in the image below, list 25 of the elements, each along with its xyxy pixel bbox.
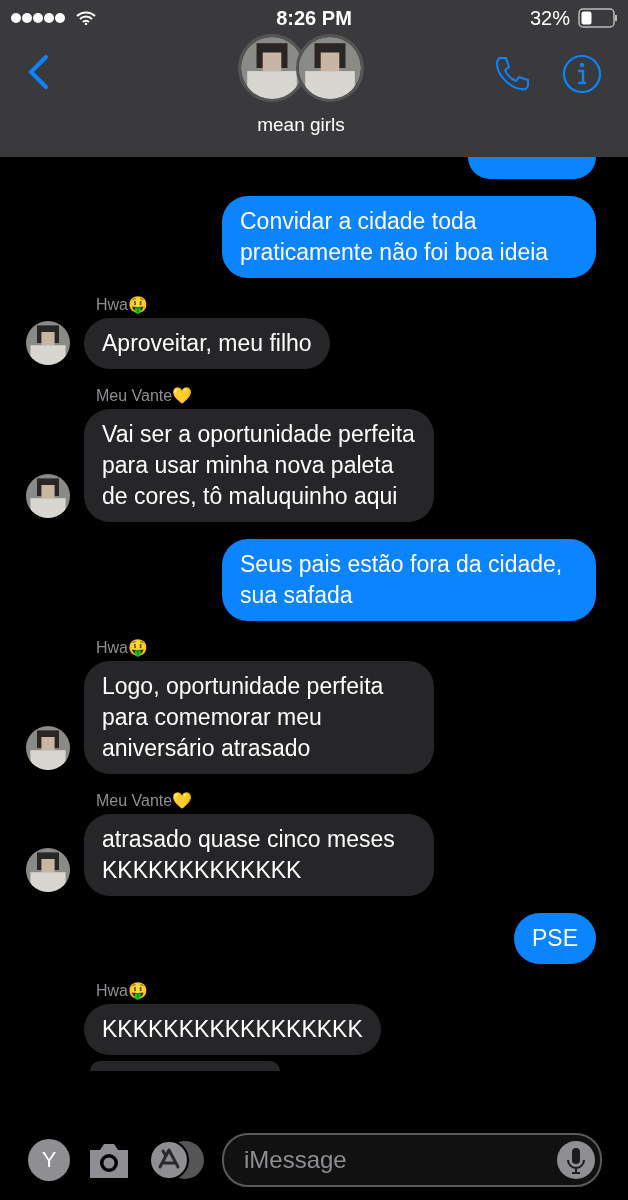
battery-percentage: 32% [529,6,570,30]
status-time: 8:26 PM [276,6,352,30]
message-bubble: PSE [513,913,596,964]
message-input-field[interactable]: iMessage [222,1133,602,1187]
message-bubble: Convidar a cidade toda praticamente não foi boa ideia [222,196,596,278]
message-bubble: Vai ser a oportunidade perfeita para usar minha nova paleta de cores, tô maluquinho aqui [84,409,434,522]
message-bubble: atrasado quase cinco meses KKKKKKKKKKKKK [84,814,434,896]
microphone-icon[interactable] [557,1141,595,1179]
battery-icon [578,8,618,28]
sender-name: Meu Vante💛 [96,791,194,810]
conversation-title[interactable]: mean girls [257,114,345,136]
app-store-icon[interactable] [148,1139,206,1181]
signal-icon [10,12,68,24]
sender-name: Hwa🤑 [96,981,149,1000]
back-icon[interactable] [26,54,50,90]
text-input[interactable]: iMessage [242,1145,557,1175]
message-bubble: KKKKKKKKKKKKKKKKK [84,1004,381,1055]
sender-name: Hwa🤑 [96,295,149,314]
wifi-icon [76,11,96,25]
message-bubble: Aproveitar, meu filho [84,318,330,369]
info-icon[interactable] [562,54,602,94]
sender-name: Meu Vante💛 [96,386,194,405]
message-bubble: Logo, oportunidade perfeita para comemorar meu aniversário atrasado [84,661,434,774]
message-bubble: Seus pais estão fora da cidade, sua safada [222,539,596,621]
sender-name: Hwa🤑 [96,638,149,657]
